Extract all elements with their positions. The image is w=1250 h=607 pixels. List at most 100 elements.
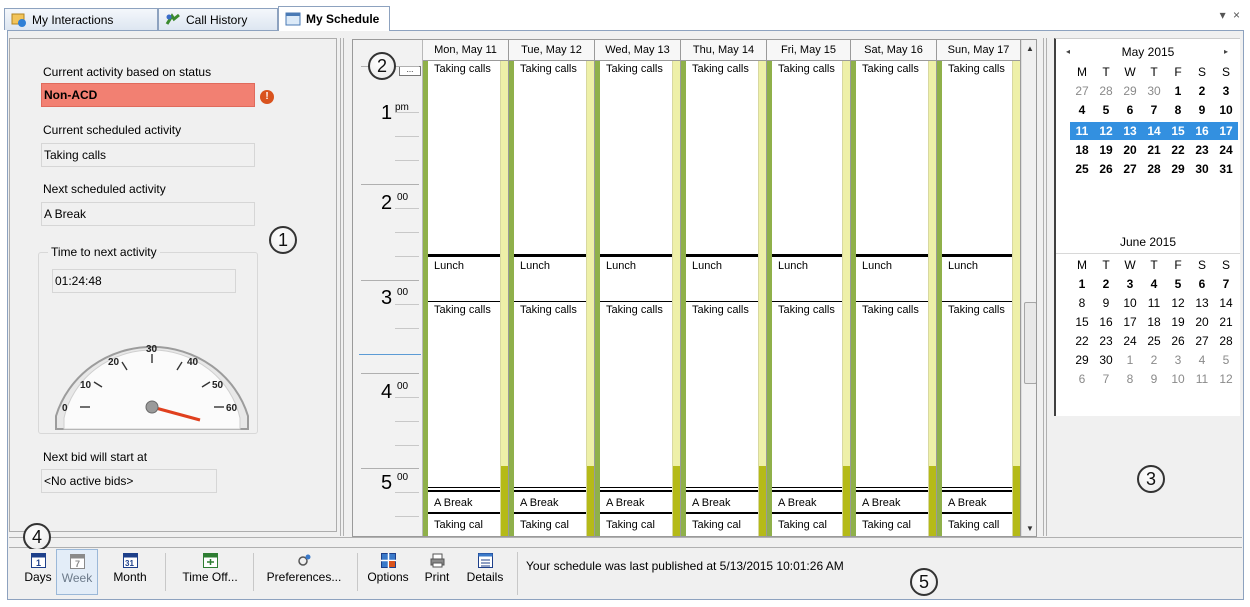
time-off-button[interactable]: Time Off... bbox=[171, 549, 249, 595]
day-header[interactable]: Sat, May 16 bbox=[851, 40, 936, 61]
activity-block[interactable]: Lunch bbox=[942, 255, 1012, 302]
activity-block[interactable]: Lunch bbox=[772, 255, 842, 302]
gauge-tick-label: 50 bbox=[212, 380, 224, 391]
activity-block[interactable]: Taking cal bbox=[856, 513, 928, 536]
tab-my-schedule[interactable]: My Schedule bbox=[278, 6, 390, 31]
activity-block[interactable]: A Break bbox=[428, 490, 500, 513]
callout-4: 4 bbox=[23, 523, 51, 551]
calendar-week[interactable]: 1234567 bbox=[1070, 277, 1238, 291]
hour-divider bbox=[361, 373, 419, 374]
tab-label: Call History bbox=[186, 12, 248, 27]
day-header[interactable]: Mon, May 11 bbox=[423, 40, 508, 61]
day-header[interactable]: Tue, May 12 bbox=[509, 40, 594, 61]
activity-block[interactable]: Taking call bbox=[942, 513, 1012, 536]
day-column-thu[interactable]: Thu, May 14 Taking calls Lunch Taking ca… bbox=[681, 40, 767, 536]
day-header[interactable]: Sun, May 17 bbox=[937, 40, 1020, 61]
calendar-week[interactable]: 4 5 6 7 8 9 10 bbox=[1070, 103, 1238, 117]
day-column-fri[interactable]: Fri, May 15 Taking calls Lunch Taking ca… bbox=[767, 40, 851, 536]
activity-block[interactable]: A Break bbox=[772, 490, 842, 513]
expand-button[interactable]: ... bbox=[399, 66, 421, 76]
bottom-splitter[interactable] bbox=[9, 537, 1242, 548]
activity-block[interactable]: Taking calls bbox=[856, 302, 928, 488]
bottom-toolbar: 1 Days 7 Week 31 Month Time Off... Prefe… bbox=[9, 549, 1242, 597]
preferences-icon bbox=[297, 553, 312, 568]
calendar-week[interactable]: 6 7 8 9 10 11 12 bbox=[1070, 372, 1238, 386]
gauge-tick-label: 20 bbox=[108, 357, 120, 368]
activity-block[interactable]: Taking calls bbox=[686, 302, 758, 488]
week-view-button[interactable]: 7 Week bbox=[56, 549, 98, 595]
details-button[interactable]: Details bbox=[461, 549, 509, 595]
calendar-week[interactable]: 18 19 20 21 22 23 24 bbox=[1070, 143, 1238, 157]
activity-block[interactable]: Taking calls bbox=[428, 302, 500, 488]
activity-block[interactable]: Taking calls bbox=[772, 302, 842, 488]
activity-block[interactable]: Lunch bbox=[856, 255, 928, 302]
days-view-button[interactable]: 1 Days bbox=[21, 549, 55, 595]
next-month-icon[interactable]: ▸ bbox=[1224, 47, 1228, 56]
time-column: ... 1 pm 2 00 3 00 4 00 5 00 bbox=[353, 40, 423, 536]
activity-block[interactable]: Taking cal bbox=[514, 513, 586, 536]
day-column-sun[interactable]: Sun, May 17 Taking calls Lunch Taking ca… bbox=[937, 40, 1021, 536]
calendar-week[interactable]: 25 26 27 28 29 30 31 bbox=[1070, 162, 1238, 176]
calendar-week[interactable]: 29 30 1 2 3 4 5 bbox=[1070, 353, 1238, 367]
tab-my-interactions[interactable]: My Interactions bbox=[4, 8, 158, 30]
hour-label: 5 bbox=[381, 472, 393, 494]
activity-block[interactable]: Taking calls bbox=[514, 302, 586, 488]
day-column-wed[interactable]: Wed, May 13 Taking calls Lunch Taking ca… bbox=[595, 40, 681, 536]
scroll-thumb[interactable] bbox=[1024, 302, 1036, 384]
dropdown-icon[interactable]: ▾ bbox=[1220, 8, 1228, 22]
preferences-button[interactable]: Preferences... bbox=[259, 549, 349, 595]
close-icon[interactable]: × bbox=[1233, 8, 1242, 22]
day-column-mon[interactable]: Mon, May 11 Taking calls Lunch Taking ca… bbox=[423, 40, 509, 536]
day-column-sat[interactable]: Sat, May 16 Taking calls Lunch Taking ca… bbox=[851, 40, 937, 536]
activity-block[interactable]: Taking calls bbox=[514, 61, 586, 255]
tick-line bbox=[395, 160, 419, 161]
gauge-tick-label: 10 bbox=[80, 380, 92, 391]
call-history-icon bbox=[165, 12, 181, 27]
activity-block[interactable]: A Break bbox=[600, 490, 672, 513]
status-bar bbox=[758, 61, 766, 536]
activity-block[interactable]: A Break bbox=[942, 490, 1012, 513]
day-header[interactable]: Wed, May 13 bbox=[595, 40, 680, 61]
activity-block[interactable]: Lunch bbox=[514, 255, 586, 302]
day-column-tue[interactable]: Tue, May 12 Taking calls Lunch Taking ca… bbox=[509, 40, 595, 536]
activity-block[interactable]: Lunch bbox=[600, 255, 672, 302]
days-view-label: Days bbox=[24, 570, 52, 584]
activity-block[interactable]: Lunch bbox=[686, 255, 758, 302]
activity-block[interactable]: Taking calls bbox=[428, 61, 500, 255]
tick-line bbox=[395, 328, 419, 329]
calendar-week[interactable]: 27 28 29 30 1 2 3 bbox=[1070, 84, 1238, 98]
print-button[interactable]: Print bbox=[417, 549, 457, 595]
activity-block[interactable]: A Break bbox=[686, 490, 758, 513]
calendar-week[interactable]: 15 16 17 18 19 20 21 bbox=[1070, 315, 1238, 329]
tab-call-history[interactable]: Call History bbox=[158, 8, 278, 30]
activity-block[interactable]: Taking calls bbox=[600, 302, 672, 488]
activity-block[interactable]: Taking calls bbox=[942, 302, 1012, 488]
left-splitter[interactable] bbox=[340, 38, 344, 536]
day-header[interactable]: Fri, May 15 bbox=[767, 40, 850, 61]
right-splitter[interactable] bbox=[1043, 38, 1047, 536]
vertical-scrollbar[interactable]: ▲ ▼ bbox=[1021, 40, 1036, 536]
hour-label: 1 bbox=[381, 102, 393, 124]
activity-block[interactable]: Taking cal bbox=[686, 513, 758, 536]
activity-block[interactable]: Lunch bbox=[428, 255, 500, 302]
activity-block[interactable]: Taking cal bbox=[600, 513, 672, 536]
activity-block[interactable]: Taking calls bbox=[856, 61, 928, 255]
activity-block[interactable]: Taking calls bbox=[686, 61, 758, 255]
calendar-week[interactable]: 8 9 10 11 12 13 14 bbox=[1070, 296, 1238, 310]
activity-block[interactable]: Taking calls bbox=[600, 61, 672, 255]
activity-block[interactable]: Taking cal bbox=[772, 513, 842, 536]
activity-block[interactable]: Taking cal bbox=[428, 513, 500, 536]
activity-block[interactable]: Taking calls bbox=[942, 61, 1012, 255]
month-view-button[interactable]: 31 Month bbox=[101, 549, 159, 595]
scroll-up-icon[interactable]: ▲ bbox=[1026, 44, 1034, 53]
calendar-week[interactable]: 22 23 24 25 26 27 28 bbox=[1070, 334, 1238, 348]
activity-block[interactable]: A Break bbox=[856, 490, 928, 513]
options-button[interactable]: Options bbox=[364, 549, 412, 595]
scroll-down-icon[interactable]: ▼ bbox=[1026, 524, 1034, 533]
day-header[interactable]: Thu, May 14 bbox=[681, 40, 766, 61]
activity-block[interactable]: A Break bbox=[514, 490, 586, 513]
activity-block[interactable]: Taking calls bbox=[772, 61, 842, 255]
time-to-next-field: 01:24:48 bbox=[52, 269, 236, 293]
calendar-week-selected[interactable]: 11 12 13 14 15 16 17 bbox=[1070, 122, 1238, 140]
tick-line bbox=[395, 445, 419, 446]
